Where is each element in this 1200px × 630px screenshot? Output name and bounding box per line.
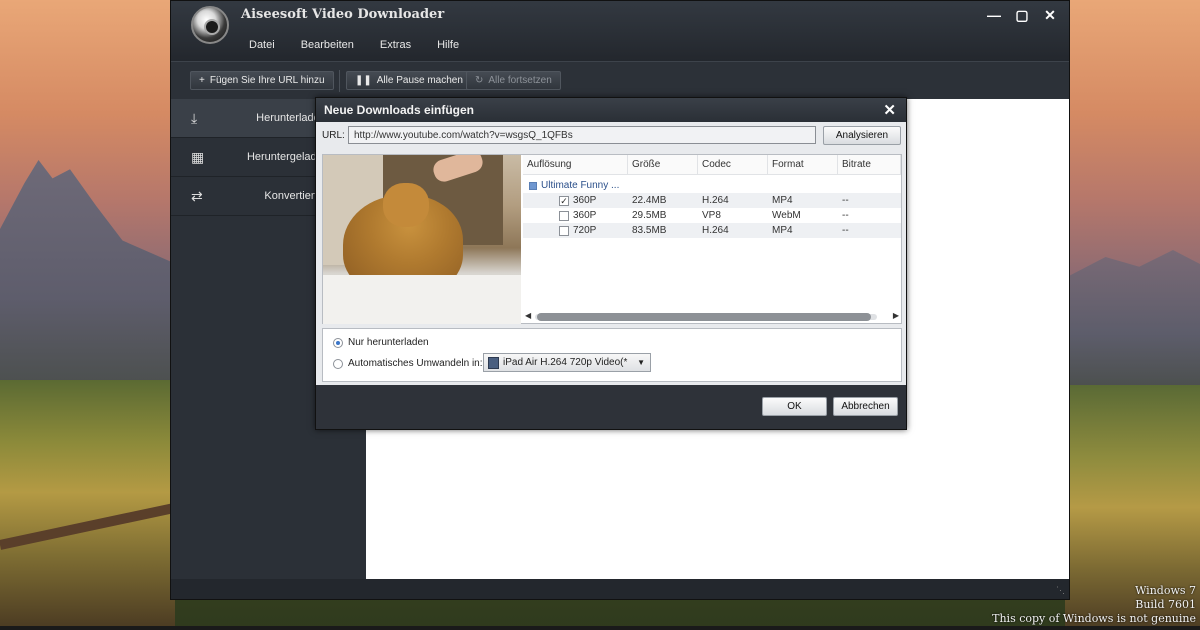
resume-all-label: Alle fortsetzen <box>488 75 552 86</box>
downloaded-icon: ▦ <box>191 149 205 165</box>
col-codec[interactable]: Codec <box>698 155 768 174</box>
resize-grip-icon[interactable]: ⋱ <box>1056 585 1065 596</box>
maximize-icon[interactable]: ▢ <box>1015 7 1029 24</box>
format-table: Auflösung Größe Codec Format Bitrate Ult… <box>523 155 901 310</box>
row-codec: H.264 <box>702 195 729 206</box>
option-download-only[interactable]: Nur herunterladen <box>333 337 429 348</box>
desktop-mountain-left <box>0 160 175 390</box>
new-downloads-dialog: Neue Downloads einfügen ✕ URL: Analysier… <box>315 97 907 430</box>
download-options: Nur herunterladen Automatisches Umwandel… <box>322 328 902 382</box>
table-row[interactable]: ✓ 360P 22.4MB H.264 MP4 -- <box>523 193 901 208</box>
col-resolution[interactable]: Auflösung <box>523 155 628 174</box>
cancel-button[interactable]: Abbrechen <box>833 397 898 416</box>
col-bitrate[interactable]: Bitrate <box>838 155 901 174</box>
row-size: 22.4MB <box>632 195 667 206</box>
row-size: 29.5MB <box>632 210 667 221</box>
group-row[interactable]: Ultimate Funny ... <box>523 178 901 193</box>
menu-extras[interactable]: Extras <box>380 39 411 51</box>
dialog-title: Neue Downloads einfügen <box>324 103 475 117</box>
desktop-field-left <box>0 380 175 630</box>
dialog-title-bar: Neue Downloads einfügen ✕ <box>316 98 906 122</box>
status-bar: ⋱ <box>171 579 1069 599</box>
convert-profile-value: iPad Air H.264 720p Video(* <box>503 357 628 368</box>
add-url-label: Fügen Sie Ihre URL hinzu <box>209 75 325 86</box>
watermark-line3: This copy of Windows is not genuine <box>992 612 1196 625</box>
row-bitrate: -- <box>842 225 849 236</box>
scroll-thumb[interactable] <box>537 313 871 321</box>
option-auto-convert[interactable]: Automatisches Umwandeln in: <box>333 358 483 369</box>
add-url-button[interactable]: + Fügen Sie Ihre URL hinzu <box>190 71 334 90</box>
window-controls: — ▢ ✕ <box>987 7 1057 24</box>
taskbar-edge <box>0 626 1200 630</box>
watermark-line2: Build 7601 <box>1135 598 1196 611</box>
video-thumbnail <box>323 155 521 324</box>
option-download-only-label: Nur herunterladen <box>348 337 429 348</box>
pause-all-button[interactable]: ❚❚ Alle Pause machen <box>346 71 472 90</box>
row-format: WebM <box>772 210 801 221</box>
radio-download-only[interactable] <box>333 337 343 348</box>
row-codec: H.264 <box>702 225 729 236</box>
scroll-left-icon[interactable]: ◀ <box>525 311 531 320</box>
col-format[interactable]: Format <box>768 155 838 174</box>
table-header: Auflösung Größe Codec Format Bitrate <box>523 155 901 175</box>
option-auto-convert-label: Automatisches Umwandeln in: <box>348 358 483 369</box>
scroll-right-icon[interactable]: ▶ <box>893 311 899 320</box>
desktop-mountain-right <box>1065 250 1200 390</box>
convert-icon: ⇄ <box>191 188 203 204</box>
pause-icon: ❚❚ <box>355 75 372 86</box>
thumb-paper <box>323 275 521 324</box>
dialog-footer: OK Abbrechen <box>316 385 906 429</box>
row-resolution: 360P <box>573 210 597 221</box>
row-bitrate: -- <box>842 210 849 221</box>
menu-datei[interactable]: Datei <box>249 39 275 51</box>
app-logo-icon <box>191 6 229 44</box>
row-codec: VP8 <box>702 210 721 221</box>
horizontal-scrollbar[interactable]: ◀ ▶ <box>523 311 901 323</box>
row-resolution: 720P <box>573 225 597 236</box>
title-bar: Aiseesoft Video Downloader Datei Bearbei… <box>171 1 1069 61</box>
plus-icon: + <box>199 75 205 86</box>
menu-hilfe[interactable]: Hilfe <box>437 39 459 51</box>
toolbar: + Fügen Sie Ihre URL hinzu ❚❚ Alle Pause… <box>171 61 1069 99</box>
toolbar-separator <box>339 70 340 92</box>
resume-all-button[interactable]: ↻ Alle fortsetzen <box>466 71 561 90</box>
table-row[interactable]: 720P 83.5MB H.264 MP4 -- <box>523 223 901 238</box>
dialog-close-icon[interactable]: ✕ <box>883 101 896 119</box>
row-bitrate: -- <box>842 195 849 206</box>
thumb-dog-head <box>383 183 429 227</box>
radio-auto-convert[interactable] <box>333 358 343 369</box>
row-format: MP4 <box>772 225 793 236</box>
pause-all-label: Alle Pause machen <box>376 75 463 86</box>
video-info-panel: Auflösung Größe Codec Format Bitrate Ult… <box>322 154 902 324</box>
convert-profile-select[interactable]: iPad Air H.264 720p Video(* ▼ <box>483 353 651 372</box>
chevron-down-icon: ▼ <box>637 358 645 367</box>
row-size: 83.5MB <box>632 225 667 236</box>
row-format: MP4 <box>772 195 793 206</box>
url-input[interactable] <box>348 126 816 144</box>
refresh-icon: ↻ <box>475 75 484 86</box>
ipad-icon <box>488 356 499 369</box>
row-checkbox[interactable] <box>559 225 569 236</box>
menu-bar: Datei Bearbeiten Extras Hilfe <box>249 39 459 51</box>
close-icon[interactable]: ✕ <box>1043 7 1057 24</box>
collapse-icon[interactable] <box>529 181 537 190</box>
row-checkbox[interactable] <box>559 210 569 221</box>
table-row[interactable]: 360P 29.5MB VP8 WebM -- <box>523 208 901 223</box>
menu-bearbeiten[interactable]: Bearbeiten <box>301 39 354 51</box>
download-icon: ⤓ <box>191 110 198 126</box>
row-resolution: 360P <box>573 195 597 206</box>
app-title: Aiseesoft Video Downloader <box>241 7 445 22</box>
analyze-button[interactable]: Analysieren <box>823 126 901 145</box>
url-label: URL: <box>322 130 345 141</box>
row-checkbox[interactable]: ✓ <box>559 195 569 206</box>
group-label: Ultimate Funny ... <box>541 180 620 191</box>
ok-button[interactable]: OK <box>762 397 827 416</box>
col-size[interactable]: Größe <box>628 155 698 174</box>
minimize-icon[interactable]: — <box>987 7 1001 24</box>
